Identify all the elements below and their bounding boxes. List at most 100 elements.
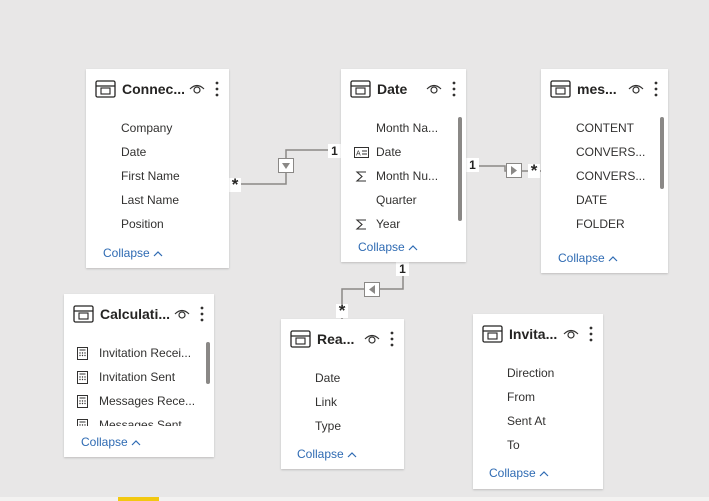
field-item[interactable]: First Name: [86, 165, 229, 189]
collapse-button[interactable]: Collapse: [103, 246, 163, 260]
eye-icon[interactable]: [628, 83, 644, 95]
more-options-icon[interactable]: [653, 81, 659, 97]
table-card-date[interactable]: Date Month Na... A Date Month Nu... Quar…: [341, 69, 466, 262]
eye-icon[interactable]: [563, 328, 579, 340]
table-icon: [482, 325, 503, 343]
table-card-connections[interactable]: Connec... Company Date First Name Last N…: [86, 69, 229, 268]
field-name: Sent At: [507, 414, 546, 428]
field-item[interactable]: Company: [86, 117, 229, 141]
collapse-button[interactable]: Collapse: [81, 435, 141, 449]
field-item[interactable]: DATE: [541, 189, 668, 213]
field-item[interactable]: Messages Rece...: [64, 390, 214, 414]
field-item[interactable]: Messages Sent: [64, 414, 214, 426]
field-item[interactable]: Date: [86, 141, 229, 165]
filter-direction-right-icon: [506, 163, 522, 178]
card-header[interactable]: Connec...: [86, 69, 229, 109]
field-name: From: [507, 390, 535, 404]
field-item[interactable]: Link: [281, 391, 404, 415]
field-name: Messages Sent: [99, 418, 182, 426]
field-item[interactable]: CONVERS...: [541, 165, 668, 189]
table-title: Calculati...: [100, 306, 170, 322]
table-icon: [95, 80, 116, 98]
eye-icon[interactable]: [364, 333, 380, 345]
field-name: Invitation Sent: [99, 370, 176, 384]
field-item[interactable]: CONTENT: [541, 117, 668, 141]
field-name: Type: [315, 419, 342, 433]
field-item[interactable]: From: [473, 386, 603, 410]
field-item[interactable]: FOLDER: [541, 213, 668, 237]
field-name: CONVERS...: [576, 169, 646, 183]
collapse-label: Collapse: [489, 466, 536, 480]
field-item[interactable]: Quarter: [341, 189, 466, 213]
collapse-label: Collapse: [81, 435, 128, 449]
field-name: DATE: [576, 193, 608, 207]
field-item[interactable]: Date: [281, 367, 404, 391]
collapse-button[interactable]: Collapse: [297, 447, 357, 461]
field-name: FOLDER: [576, 217, 625, 231]
cardinality-many: *: [336, 302, 348, 319]
field-name: Month Na...: [376, 121, 439, 135]
more-options-icon[interactable]: [214, 81, 220, 97]
cardinality-one: 1: [396, 262, 409, 276]
field-item[interactable]: Sent At: [473, 410, 603, 434]
date-hierarchy-icon: A: [354, 147, 369, 158]
field-name: CONTENT: [576, 121, 634, 135]
card-header[interactable]: Rea...: [281, 319, 404, 359]
field-item[interactable]: To: [473, 434, 603, 458]
chevron-up-icon: [608, 255, 618, 262]
more-options-icon[interactable]: [588, 326, 594, 342]
active-page-tab[interactable]: [118, 497, 159, 501]
eye-icon[interactable]: [189, 83, 205, 95]
field-item[interactable]: Type: [281, 415, 404, 439]
field-item[interactable]: Month Na...: [341, 117, 466, 141]
table-card-reactions[interactable]: Rea... Date Link Type Collapse: [281, 319, 404, 469]
collapse-button[interactable]: Collapse: [558, 251, 618, 265]
collapse-button[interactable]: Collapse: [358, 240, 418, 254]
field-name: Position: [121, 217, 164, 231]
filter-direction-down-icon: [278, 158, 294, 173]
field-item[interactable]: Year: [341, 213, 466, 237]
chevron-up-icon: [539, 470, 549, 477]
field-name: To: [507, 438, 520, 452]
chevron-up-icon: [131, 439, 141, 446]
scrollbar[interactable]: [660, 117, 664, 189]
table-title: mes...: [577, 81, 617, 97]
table-title: Connec...: [122, 81, 184, 97]
field-item[interactable]: Position: [86, 213, 229, 237]
field-name: Month Nu...: [376, 169, 439, 183]
scrollbar[interactable]: [206, 342, 210, 384]
field-name: Year: [376, 217, 401, 231]
field-item[interactable]: Direction: [473, 362, 603, 386]
collapse-label: Collapse: [103, 246, 150, 260]
sigma-icon: [355, 171, 366, 182]
field-list: Invitation Recei... Invitation Sent Mess…: [64, 342, 214, 426]
calculator-icon: [77, 371, 88, 384]
card-header[interactable]: Invita...: [473, 314, 603, 354]
table-card-calculations[interactable]: Calculati... Invitation Recei... Invitat…: [64, 294, 214, 457]
field-item[interactable]: Month Nu...: [341, 165, 466, 189]
page-tab-bar: [0, 497, 709, 501]
card-header[interactable]: Date: [341, 69, 466, 109]
field-name: Last Name: [121, 193, 180, 207]
calculator-icon: [77, 419, 88, 426]
collapse-button[interactable]: Collapse: [489, 466, 549, 480]
cardinality-many: *: [528, 162, 540, 179]
eye-icon[interactable]: [174, 308, 190, 320]
table-card-invitations[interactable]: Invita... Direction From Sent At To Coll…: [473, 314, 603, 489]
field-item[interactable]: CONVERS...: [541, 141, 668, 165]
field-name: CONVERS...: [576, 145, 646, 159]
field-item[interactable]: Invitation Sent: [64, 366, 214, 390]
field-item[interactable]: Last Name: [86, 189, 229, 213]
table-card-messages[interactable]: mes... CONTENT CONVERS... CONVERS... DAT…: [541, 69, 668, 273]
field-item[interactable]: A Date: [341, 141, 466, 165]
more-options-icon[interactable]: [389, 331, 395, 347]
chevron-up-icon: [347, 451, 357, 458]
more-options-icon[interactable]: [451, 81, 457, 97]
card-header[interactable]: mes...: [541, 69, 668, 109]
field-item[interactable]: Invitation Recei...: [64, 342, 214, 366]
eye-icon[interactable]: [426, 83, 442, 95]
card-header[interactable]: Calculati...: [64, 294, 214, 334]
scrollbar[interactable]: [458, 117, 462, 221]
more-options-icon[interactable]: [199, 306, 205, 322]
table-title: Invita...: [509, 326, 558, 342]
